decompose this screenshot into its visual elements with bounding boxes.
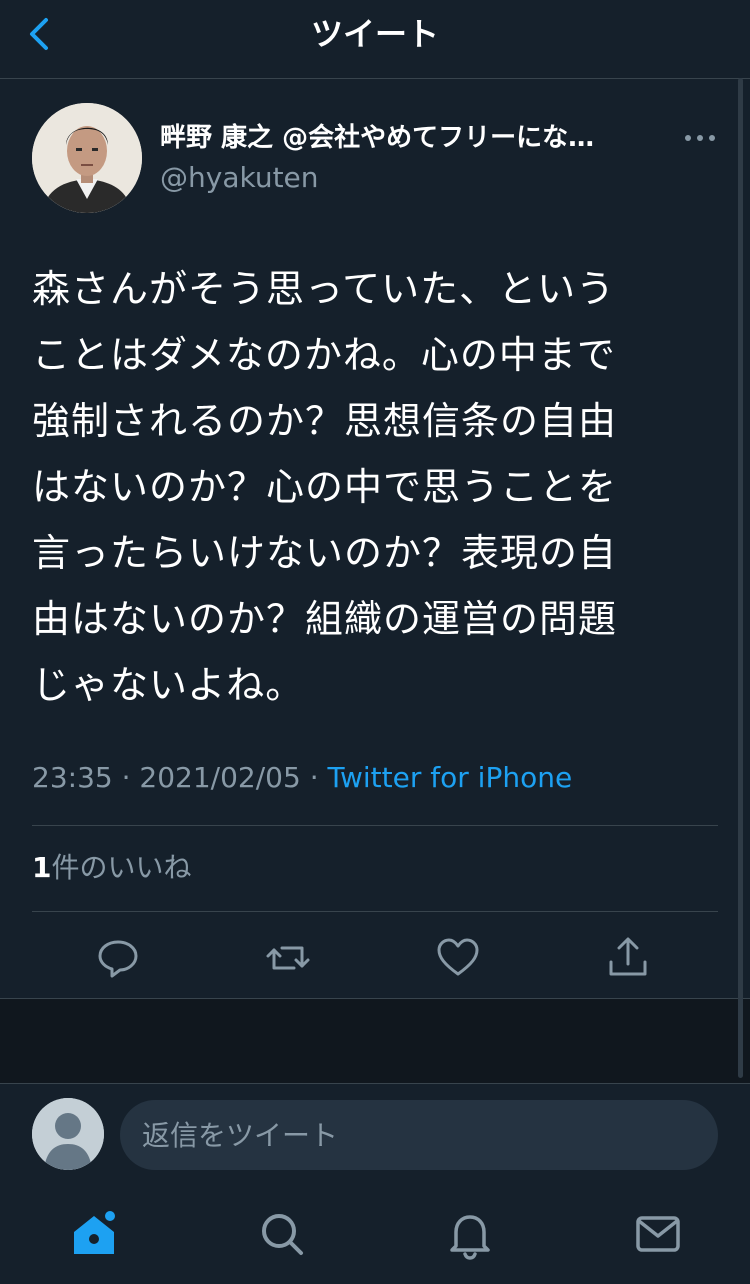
messages-icon (636, 1216, 680, 1252)
likes-label: 件のいいね (51, 851, 192, 884)
divider (32, 911, 718, 912)
tweet-text: 森さんがそう思っていた、という ことはダメなのかね。心の中まで 強制されるのか？… (32, 267, 618, 707)
notifications-icon (450, 1215, 490, 1260)
tweet-source-link[interactable]: Twitter for iPhone (328, 761, 573, 794)
reply-input[interactable] (120, 1100, 718, 1170)
likes-count[interactable]: 1件のいいね (32, 848, 192, 888)
retweet-button[interactable] (264, 934, 312, 982)
section-gap (0, 998, 750, 1084)
meta-separator: · (309, 761, 328, 794)
like-button[interactable] (434, 934, 482, 982)
page-title: ツイート (310, 15, 439, 53)
home-icon (74, 1209, 117, 1254)
tweet-date: 2021/02/05 (139, 761, 301, 794)
share-icon (609, 937, 647, 976)
meta-separator: · (121, 761, 140, 794)
reply-icon (98, 940, 138, 978)
top-bar: ツイート (0, 0, 750, 79)
display-name[interactable]: 畔野 康之 @会社やめてフリーにな… (160, 120, 660, 156)
search-icon (262, 1214, 303, 1255)
nav-notifications[interactable] (442, 1206, 498, 1262)
retweet-icon (266, 946, 310, 970)
more-icon[interactable] (680, 126, 720, 150)
nav-home[interactable] (66, 1206, 122, 1262)
divider (32, 825, 718, 826)
tweet-meta: 23:35 · 2021/02/05 · Twitter for iPhone (32, 758, 572, 798)
reply-button[interactable] (94, 934, 142, 982)
tweet-time: 23:35 (32, 761, 113, 794)
share-button[interactable] (604, 934, 652, 982)
scrollbar[interactable] (738, 78, 743, 1078)
like-icon (437, 938, 479, 976)
likes-number: 1 (32, 851, 52, 884)
user-handle[interactable]: @hyakuten (160, 160, 319, 196)
nav-messages[interactable] (630, 1206, 686, 1262)
avatar (32, 1098, 104, 1170)
avatar[interactable] (32, 103, 142, 213)
nav-search[interactable] (254, 1206, 310, 1262)
